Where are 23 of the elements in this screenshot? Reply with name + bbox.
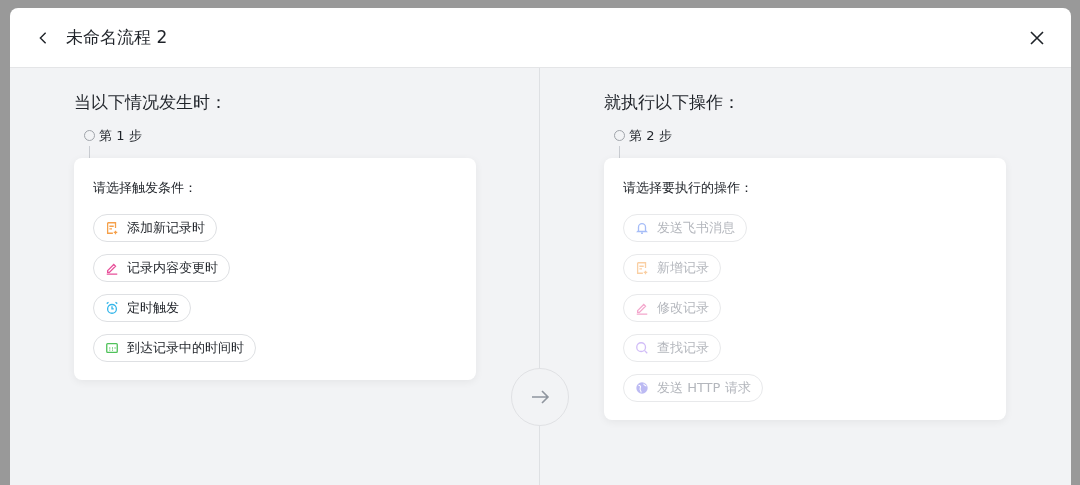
- option-chip[interactable]: 到达记录中的时间时: [93, 334, 256, 362]
- calendar-icon: [105, 341, 119, 355]
- step-label: 第 2 步: [629, 127, 672, 145]
- card-prompt: 请选择要执行的操作：: [623, 178, 754, 197]
- alarm-clock-icon: [105, 301, 119, 315]
- document-plus-icon: [635, 261, 649, 275]
- globe-icon: [635, 381, 649, 395]
- option-chip[interactable]: 记录内容变更时: [93, 254, 230, 282]
- dialog-title: 未命名流程 2: [66, 25, 168, 49]
- option-chip[interactable]: 定时触发: [93, 294, 191, 322]
- card-prompt: 请选择触发条件：: [93, 178, 198, 197]
- bell-icon: [635, 221, 649, 235]
- pencil-icon: [635, 301, 649, 315]
- document-plus-icon: [105, 221, 119, 235]
- section-heading: 当以下情况发生时：: [74, 91, 228, 114]
- step-marker-icon: [84, 130, 95, 142]
- step-label: 第 1 步: [99, 127, 142, 145]
- step-marker-icon: [614, 130, 625, 142]
- search-icon: [635, 341, 649, 355]
- section-heading: 就执行以下操作：: [604, 91, 741, 114]
- close-icon[interactable]: [1029, 29, 1045, 46]
- pencil-icon: [105, 261, 119, 275]
- option-chip[interactable]: 添加新记录时: [93, 214, 217, 242]
